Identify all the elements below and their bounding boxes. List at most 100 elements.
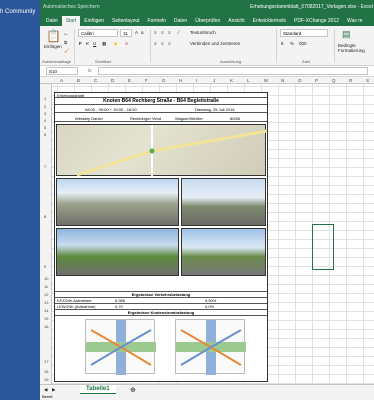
column-header[interactable]: Q xyxy=(332,78,336,83)
row-header[interactable]: 3 xyxy=(44,111,46,116)
column-header[interactable]: O xyxy=(298,78,302,83)
tab-tell-me[interactable]: Was m xyxy=(343,18,366,26)
tab-review[interactable]: Überprüfen xyxy=(191,18,224,26)
row-header[interactable]: 18 xyxy=(44,369,48,374)
column-header[interactable]: G xyxy=(162,78,166,83)
row-header[interactable]: 5 xyxy=(44,125,46,130)
column-header[interactable]: I xyxy=(196,78,197,83)
conditional-format-icon[interactable]: ▤ xyxy=(342,29,351,40)
align-top-icon[interactable]: ≡ xyxy=(154,30,157,35)
paste-button[interactable]: Einfügen xyxy=(44,44,62,49)
align-middle-icon[interactable]: ≡ xyxy=(161,30,164,35)
font-color-icon[interactable]: A xyxy=(125,41,128,46)
group-clipboard: Zwischenablage xyxy=(42,59,71,64)
tab-page-layout[interactable]: Seitenlayout xyxy=(108,18,144,26)
separator xyxy=(74,29,75,63)
time-value: 08:00 - 09:00 + 15:00 - 16:00 xyxy=(85,107,137,112)
autosave-label[interactable]: Automatisches Speichern xyxy=(43,4,100,10)
name-box[interactable]: S10 xyxy=(46,67,78,75)
column-header[interactable]: E xyxy=(128,78,131,83)
group-number: Zahl xyxy=(302,59,310,64)
orientation-icon[interactable]: ⟋ xyxy=(177,30,180,35)
paste-icon[interactable]: 📋 xyxy=(46,29,61,43)
add-sheet-icon[interactable]: ⊕ xyxy=(130,386,136,394)
align-right-icon[interactable]: ≡ xyxy=(168,41,171,46)
tab-file[interactable]: Datei xyxy=(42,18,62,26)
row-header[interactable]: 14 xyxy=(44,308,48,313)
percent-icon[interactable]: % xyxy=(290,41,294,46)
column-header[interactable]: N xyxy=(281,78,284,83)
row-header[interactable]: 10 xyxy=(44,276,48,281)
copy-icon[interactable]: ⧉ xyxy=(64,40,67,45)
row-header[interactable]: 15 xyxy=(44,316,48,321)
location-title: Knoten B64 Rechberg Straße - B64 Begleit… xyxy=(103,98,219,104)
column-header[interactable]: H xyxy=(179,78,182,83)
column-header[interactable]: L xyxy=(247,78,250,83)
ribbon-tabs: Datei Start Einfügen Seitenlayout Formel… xyxy=(40,15,374,26)
font-name-box[interactable]: Calibri xyxy=(78,29,118,37)
row-header[interactable]: 13 xyxy=(44,300,48,305)
italic-icon[interactable]: K xyxy=(86,41,89,46)
background-window-strip: h Community xyxy=(0,0,40,400)
row-header[interactable]: 16 xyxy=(44,324,48,329)
thousands-icon[interactable]: 000 xyxy=(299,41,307,46)
borders-icon[interactable]: ▦ xyxy=(102,41,106,47)
underline-icon[interactable]: U xyxy=(93,41,96,46)
align-center-icon[interactable]: ≡ xyxy=(161,41,164,46)
ribbon: 📋 Einfügen ✂ ⧉ 🖌 Zwischenablage Calibri … xyxy=(40,26,374,66)
row-header[interactable]: 11 xyxy=(44,284,48,289)
column-header[interactable]: J xyxy=(213,78,215,83)
column-header[interactable]: R xyxy=(349,78,352,83)
row-header[interactable]: 19 xyxy=(44,377,48,382)
fill-color-icon[interactable]: ◆ xyxy=(114,41,117,47)
column-header[interactable]: P xyxy=(315,78,318,83)
conditional-format-button[interactable]: Bedingte Formatierung xyxy=(338,43,368,53)
merge-center-button[interactable]: Verbinden und zentrieren xyxy=(190,41,240,46)
row1-pct: 9,50% xyxy=(205,298,217,303)
row-header[interactable]: 8 xyxy=(44,214,46,219)
column-header[interactable]: B xyxy=(77,78,80,83)
tab-developer[interactable]: Entwicklertools xyxy=(249,18,290,26)
format-painter-icon[interactable]: 🖌 xyxy=(64,48,70,54)
row-header[interactable]: 6 xyxy=(44,132,46,137)
wrap-text-button[interactable]: Textumbruch xyxy=(190,30,216,35)
bold-icon[interactable]: F xyxy=(79,41,82,46)
formula-input[interactable] xyxy=(98,67,368,75)
tab-view[interactable]: Ansicht xyxy=(224,18,248,26)
shrink-font-icon[interactable]: a xyxy=(141,30,144,35)
tab-pdf-xchange[interactable]: PDF-XChange 2012 xyxy=(290,18,343,26)
tab-home[interactable]: Start xyxy=(61,16,81,26)
currency-icon[interactable]: € xyxy=(281,41,284,46)
cut-icon[interactable]: ✂ xyxy=(64,32,68,38)
font-size-box[interactable]: 11 xyxy=(120,29,132,37)
column-header[interactable]: C xyxy=(94,78,97,83)
count-table xyxy=(55,280,267,292)
column-header[interactable]: M xyxy=(264,78,268,83)
row-header[interactable]: 1 xyxy=(44,96,46,101)
column-header[interactable]: D xyxy=(111,78,114,83)
align-left-icon[interactable]: ≡ xyxy=(154,41,157,46)
column-header[interactable]: S xyxy=(366,78,369,83)
number-format-box[interactable]: Standard xyxy=(280,29,328,37)
function-icon[interactable]: fx xyxy=(88,68,92,73)
column-header[interactable]: F xyxy=(145,78,148,83)
row-header[interactable]: 7 xyxy=(44,164,46,169)
row-header[interactable]: 17 xyxy=(44,359,48,364)
group-alignment: Ausrichtung xyxy=(220,59,242,64)
row-header[interactable]: 12 xyxy=(44,292,48,297)
tab-data[interactable]: Daten xyxy=(170,18,191,26)
align-bottom-icon[interactable]: ≡ xyxy=(168,30,171,35)
formula-bar: S10 fx xyxy=(40,66,374,77)
tab-insert[interactable]: Einfügen xyxy=(80,18,108,26)
grow-font-icon[interactable]: A xyxy=(135,30,138,35)
row-header[interactable]: 2 xyxy=(44,104,46,109)
map-image xyxy=(56,124,268,177)
prev-sheet-icon[interactable]: ◀ xyxy=(44,387,47,393)
selected-cell[interactable] xyxy=(312,224,334,270)
next-sheet-icon[interactable]: ▶ xyxy=(52,387,55,393)
row-header[interactable]: 9 xyxy=(44,264,46,269)
column-header[interactable]: K xyxy=(230,78,233,83)
tab-formulas[interactable]: Formeln xyxy=(144,18,170,26)
row-header[interactable]: 4 xyxy=(44,118,46,123)
column-header[interactable]: A xyxy=(60,78,63,83)
